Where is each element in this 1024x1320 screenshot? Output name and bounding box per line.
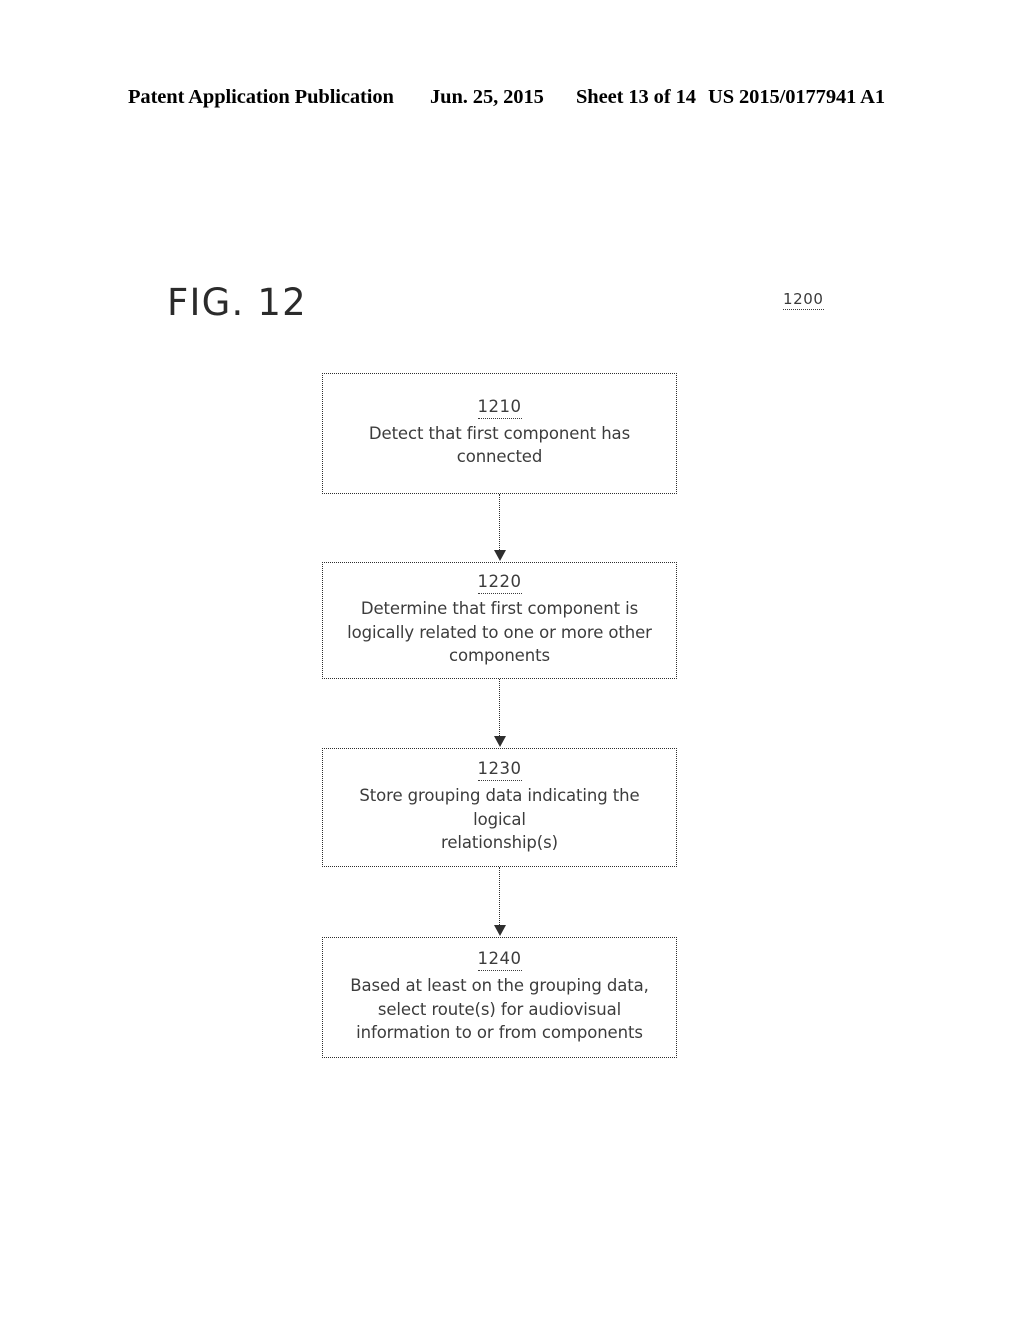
flowchart-diagram: 1210 Detect that first component has con…: [0, 0, 1024, 1320]
arrow-head-down-icon: [494, 550, 506, 561]
node-step-text: Detect that first component has connecte…: [368, 424, 631, 467]
arrow-stem: [499, 679, 500, 738]
arrow-1220-to-1230: [493, 679, 507, 748]
flowchart-node-1240: 1240 Based at least on the grouping data…: [322, 937, 677, 1058]
node-step-text: Determine that first component is logica…: [347, 599, 652, 666]
arrow-head-down-icon: [494, 925, 506, 936]
node-step-text: Store grouping data indicating the logic…: [359, 786, 640, 853]
node-reference-numeral: 1210: [477, 397, 522, 420]
arrow-stem: [499, 494, 500, 552]
node-step-text: Based at least on the grouping data, sel…: [350, 976, 649, 1043]
node-reference-numeral: 1240: [477, 949, 522, 972]
flowchart-node-1220: 1220 Determine that first component is l…: [322, 562, 677, 679]
arrow-1230-to-1240: [493, 867, 507, 937]
flowchart-node-1210: 1210 Detect that first component has con…: [322, 373, 677, 494]
flowchart-node-1230: 1230 Store grouping data indicating the …: [322, 748, 677, 867]
node-reference-numeral: 1220: [477, 572, 522, 595]
arrow-head-down-icon: [494, 736, 506, 747]
node-reference-numeral: 1230: [477, 759, 522, 782]
arrow-stem: [499, 867, 500, 927]
arrow-1210-to-1220: [493, 494, 507, 562]
